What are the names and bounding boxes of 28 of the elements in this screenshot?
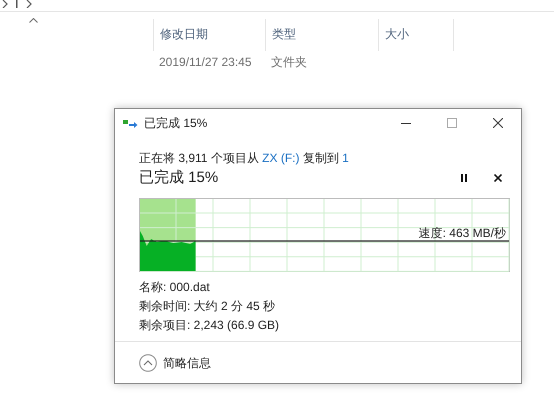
chevron-icon[interactable] — [2, 0, 8, 8]
location-link[interactable]: 1 — [342, 151, 349, 165]
window-title: 已完成 15% — [144, 115, 208, 132]
speed-label: 速度: 463 MB/秒 — [418, 224, 506, 242]
maximize-icon — [447, 118, 457, 128]
speed-graph — [140, 230, 196, 270]
detail-text: 剩余时间: 大约 2 分 45 秒 — [139, 298, 276, 314]
sort-caret-icon — [29, 18, 38, 23]
table-cell-text: 文件夹 — [271, 54, 307, 71]
minimize-icon — [401, 122, 411, 124]
close-icon — [494, 174, 502, 182]
copy-summary: 正在将 3,911 个项目从 ZX (F:) 复制到 1 — [139, 150, 350, 167]
detail-text: 名称: 000.dat — [139, 278, 211, 296]
table-cell-text: 2019/11/27 23:45 — [159, 54, 253, 71]
separator-icon — [16, 0, 18, 8]
detail-text: 剩余项目: 2,243 (66.9 GB) — [139, 316, 280, 334]
close-icon — [493, 118, 503, 128]
pause-icon — [461, 174, 467, 182]
column-header[interactable]: 大小 — [378, 19, 453, 51]
column-header[interactable]: 类型 — [265, 19, 378, 51]
fewer-details-link[interactable]: 简略信息 — [163, 354, 211, 372]
collapse-icon[interactable] — [139, 354, 157, 372]
column-header[interactable]: 修改日期 — [153, 19, 265, 51]
copy-icon — [123, 118, 138, 128]
location-link[interactable]: ZX — [262, 151, 278, 165]
progress-heading: 已完成 15% — [139, 168, 218, 188]
location-link[interactable]: (F:) — [280, 151, 300, 165]
chevron-icon[interactable] — [26, 0, 32, 8]
